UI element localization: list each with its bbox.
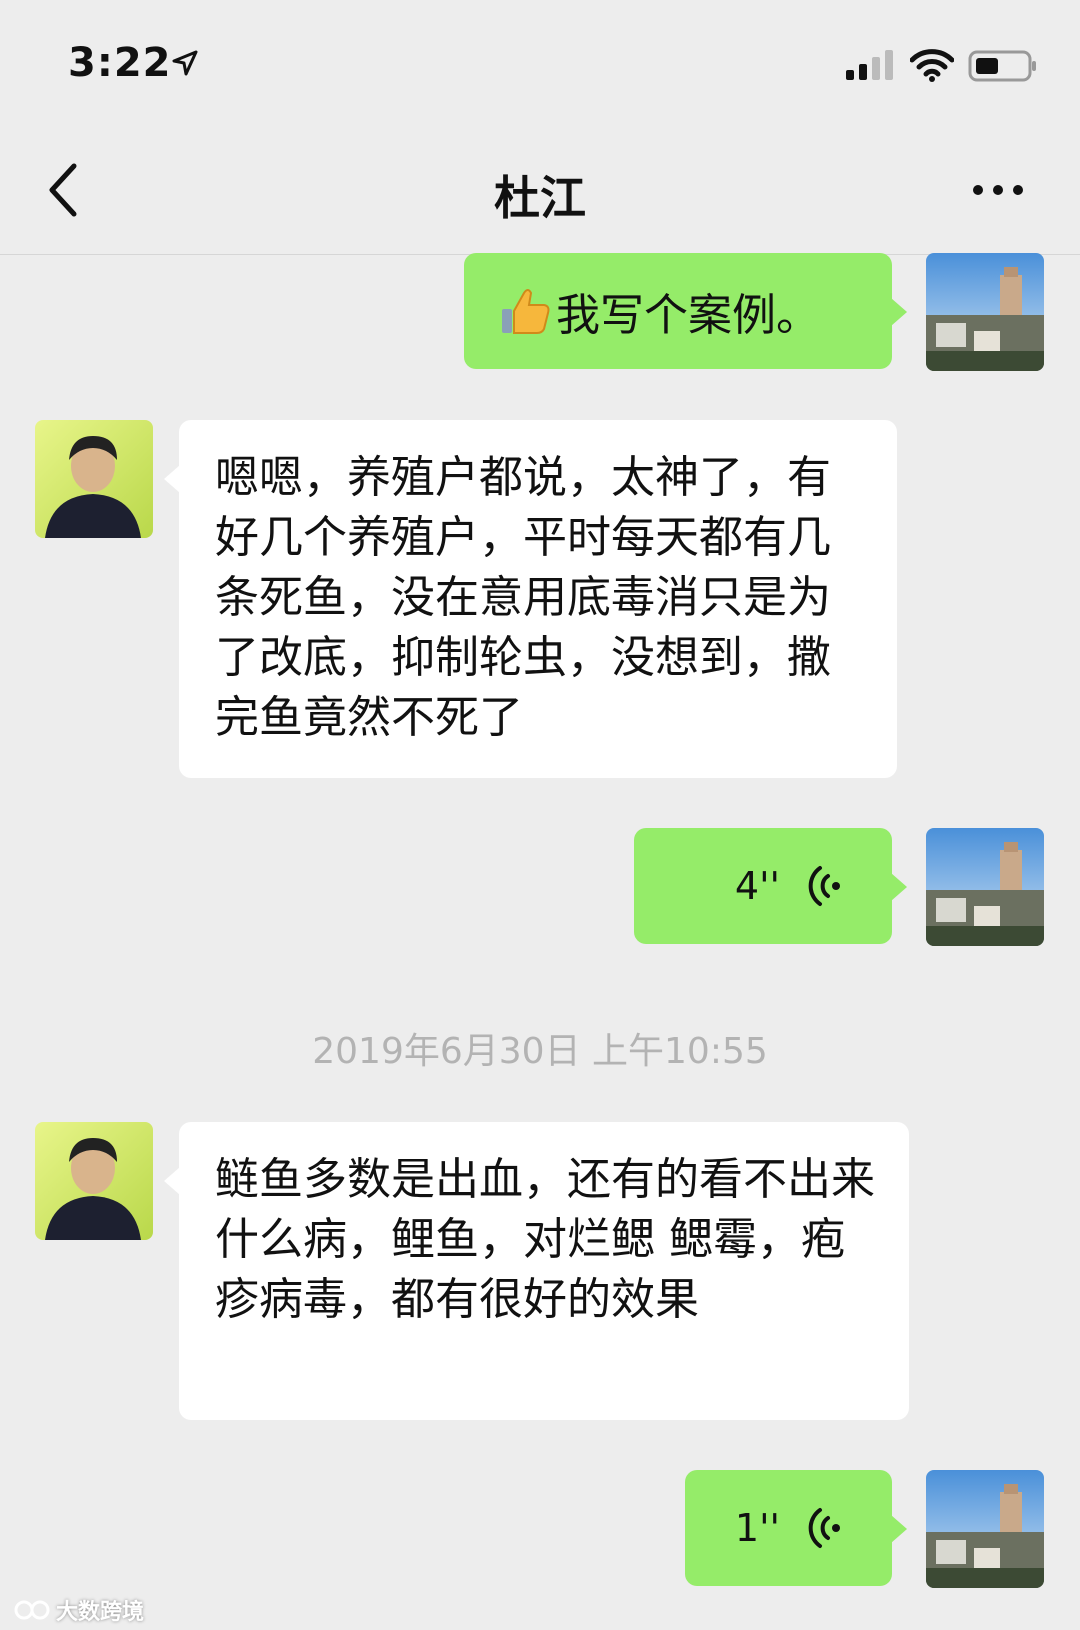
received-message-bubble[interactable]: 鲢鱼多数是出血，还有的看不出来什么病，鲤鱼，对烂鳃 鳃霉，疱疹病毒，都有很好的效… — [164, 1122, 909, 1420]
chat-title: 杜江 — [494, 171, 586, 225]
my-avatar[interactable] — [926, 1470, 1044, 1588]
my-avatar[interactable] — [926, 253, 1044, 371]
battery-icon — [968, 50, 1036, 82]
voice-duration: 1'' — [734, 1506, 780, 1550]
sent-message-bubble[interactable]: 我写个案例。 — [464, 253, 907, 369]
city-avatar-image — [926, 253, 1044, 371]
sent-voice-message[interactable]: 4'' — [634, 828, 907, 944]
status-bar: 3:22 — [0, 0, 1080, 130]
voice-duration: 4'' — [734, 864, 780, 908]
voice-wave-icon — [808, 1508, 840, 1548]
location-arrow-icon — [172, 50, 198, 76]
more-dots-icon[interactable] — [970, 178, 1030, 202]
signal-icon — [846, 50, 893, 80]
contact-avatar[interactable] — [35, 420, 153, 538]
wifi-icon — [910, 49, 954, 82]
bubble-tail — [891, 1515, 907, 1543]
message-text: 嗯嗯，养殖户都说，太神了，有好几个养殖户，平时每天都有几条死鱼，没在意用底毒消只… — [215, 452, 831, 743]
city-avatar-image — [926, 828, 1044, 946]
voice-wave-icon — [808, 866, 840, 906]
chat-timestamp: 2019年6月30日 上午10:55 — [312, 1031, 768, 1072]
thumbs-up-icon — [502, 289, 550, 334]
person-avatar-image — [35, 420, 153, 538]
watermark: 大数跨境 — [14, 1594, 144, 1626]
sent-voice-message[interactable]: 1'' — [685, 1470, 907, 1586]
status-time: 3:22 — [68, 40, 172, 86]
city-avatar-image — [926, 1470, 1044, 1588]
contact-avatar[interactable] — [35, 1122, 153, 1240]
message-text: 鲢鱼多数是出血，还有的看不出来什么病，鲤鱼，对烂鳃 鳃霉，疱疹病毒，都有很好的效… — [215, 1154, 875, 1325]
received-message-bubble[interactable]: 嗯嗯，养殖户都说，太神了，有好几个养殖户，平时每天都有几条死鱼，没在意用底毒消只… — [164, 420, 897, 778]
watermark-logo-icon — [14, 1600, 50, 1620]
bubble-tail — [891, 298, 907, 326]
watermark-text: 大数跨境 — [56, 1600, 145, 1625]
bubble-tail — [164, 465, 180, 493]
message-text: 我写个案例。 — [556, 290, 820, 341]
bubble-tail — [164, 1167, 180, 1195]
bubble-tail — [891, 873, 907, 901]
chat-header: 杜江 — [0, 130, 1080, 255]
my-avatar[interactable] — [926, 828, 1044, 946]
person-avatar-image — [35, 1122, 153, 1240]
